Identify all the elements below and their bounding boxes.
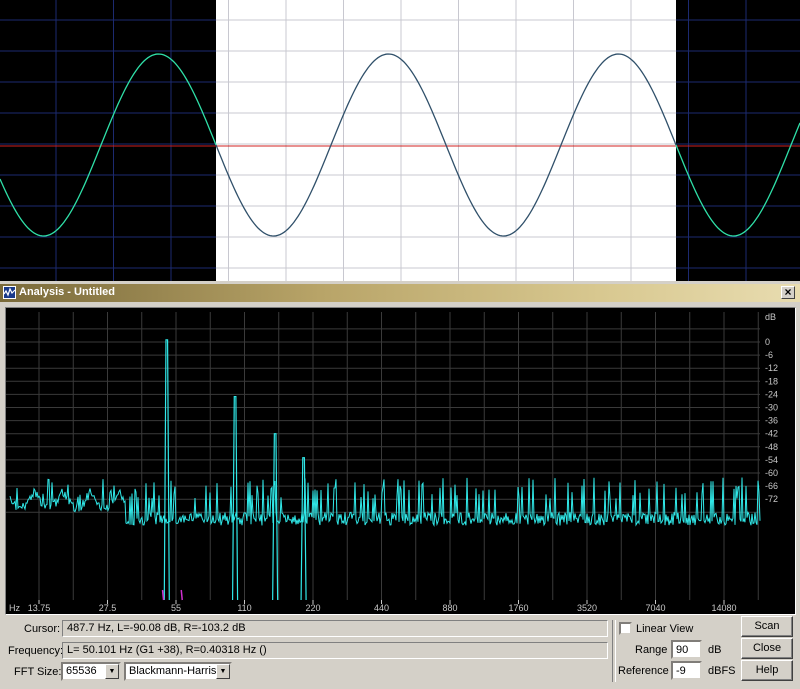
app-icon [3,286,16,299]
spectrum-trace [9,477,761,527]
x-tick-label: 440 [374,603,389,613]
chevron-down-icon[interactable]: ▼ [105,664,119,679]
marker [161,589,165,601]
y-tick-label: -54 [765,455,778,465]
reference-unit: dBFS [708,665,736,677]
help-button[interactable]: Help [741,660,793,681]
x-tick-label: 14080 [711,603,736,613]
marker [180,589,183,601]
y-tick-label: -60 [765,468,778,478]
y-tick-label: -48 [765,442,778,452]
range-label: Range [635,644,668,656]
window-function-value: Blackmann-Harris [129,665,217,677]
fft-size-value: 65536 [66,665,97,677]
title-bar[interactable]: Analysis - Untitled × [0,284,800,302]
frequency-readout: L= 50.101 Hz (G1 +38), R=0.40318 Hz () [62,642,608,659]
spectrum-grid [6,312,760,600]
cursor-label: Cursor: [24,623,61,635]
x-unit-label: Hz [9,603,20,613]
divider [612,620,616,682]
y-tick-label: 0 [765,337,770,347]
y-tick-label: -12 [765,363,778,373]
window-function-select[interactable]: Blackmann-Harris ▼ [124,662,232,681]
chevron-down-icon[interactable]: ▼ [216,664,230,679]
spectrum-chart[interactable]: dB 0 -6 -12 -18 -24 -30 -36 -42 -48 -54 -60 -66 -72 Hz… [6,308,795,614]
waveform-canvas[interactable] [0,0,800,281]
y-tick-label: -66 [765,481,778,491]
linear-view-checkbox[interactable] [619,622,632,635]
selection-region [216,0,676,281]
window-title: Analysis - Untitled [19,286,115,298]
scan-button[interactable]: Scan [741,616,793,637]
y-tick-label: -42 [765,429,778,439]
y-tick-label: -6 [765,350,773,360]
spectrum-peak [163,339,170,601]
spectrum-peak [272,433,279,601]
x-tick-label: 27.5 [99,603,117,613]
y-tick-label: -36 [765,416,778,426]
spectrum-plot[interactable]: dB 0 -6 -12 -18 -24 -30 -36 -42 -48 -54 -60 -66 -72 Hz… [5,307,796,615]
range-unit: dB [708,644,722,656]
x-tick-label: 55 [171,603,181,613]
x-tick-label: 110 [237,603,251,613]
y-tick-label: -24 [765,389,778,399]
linear-view-label: Linear View [636,623,694,635]
x-tick-label: 13.75 [28,603,51,613]
cursor-readout: 487.7 Hz, L=-90.08 dB, R=-103.2 dB [62,620,608,637]
close-window-button[interactable]: × [781,286,795,299]
waveform-view[interactable] [0,0,800,281]
frequency-label: Frequency: [8,645,64,657]
y-tick-label: -72 [765,494,778,504]
reference-input[interactable] [671,661,702,680]
analysis-window: Analysis - Untitled × dB 0 -6 -12 -18 -24 -30 -… [0,281,800,689]
y-tick-label: -18 [765,376,778,386]
fft-size-select[interactable]: 65536 ▼ [61,662,121,681]
range-input[interactable] [671,640,702,659]
x-tick-label: 880 [442,603,457,613]
waveform-trace [675,122,800,237]
fft-size-label: FFT Size: [14,666,62,678]
close-button[interactable]: Close [741,638,793,659]
y-tick-label: -30 [765,403,778,413]
waveform-trace [0,53,217,237]
x-tick-label: 7040 [645,603,665,613]
reference-label: Reference [618,665,669,677]
x-tick-label: 1760 [508,603,528,613]
x-tick-label: 3520 [577,603,597,613]
x-tick-label: 220 [305,603,320,613]
y-unit-label: dB [765,312,776,322]
spectrum-peak [231,395,239,601]
